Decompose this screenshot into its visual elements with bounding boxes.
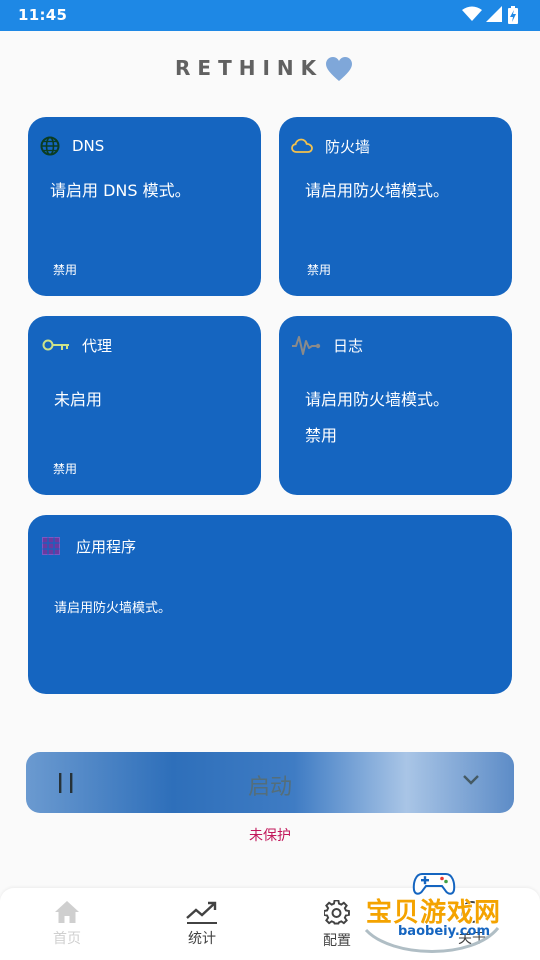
dns-card-label: DNS	[72, 137, 105, 155]
heart-icon	[326, 57, 352, 81]
apps-card-message: 请启用防火墙模式。	[54, 601, 172, 616]
pulse-icon	[292, 336, 321, 355]
nav-home-label: 首页	[53, 931, 81, 947]
nav-stats[interactable]: 统计	[162, 900, 242, 948]
dns-card-message: 请启用 DNS 模式。	[50, 181, 191, 200]
apps-card-label: 应用程序	[76, 537, 137, 556]
globe-icon	[40, 136, 60, 156]
dns-card[interactable]: DNS 请启用 DNS 模式。 禁用	[28, 117, 261, 296]
status-bar: 11:45	[0, 0, 540, 31]
app-title: RETHINK	[175, 56, 324, 80]
logs-card[interactable]: 日志 请启用防火墙模式。 禁用	[279, 316, 512, 495]
dns-card-header: DNS	[40, 135, 104, 157]
protection-status: 未保护	[249, 828, 291, 844]
logs-card-header: 日志	[291, 334, 363, 356]
home-icon	[55, 901, 79, 923]
brand-header: RETHINK	[0, 52, 540, 84]
proxy-card-label: 代理	[82, 336, 113, 355]
firewall-card-label: 防火墙	[325, 137, 371, 156]
proxy-card[interactable]: 代理 未启用 禁用	[28, 316, 261, 495]
logs-card-message: 请启用防火墙模式。	[305, 390, 450, 409]
status-time: 11:45	[18, 6, 68, 24]
battery-icon	[508, 6, 518, 24]
logs-card-label: 日志	[333, 336, 364, 355]
dns-card-state: 禁用	[53, 263, 78, 277]
nav-stats-label: 统计	[188, 931, 216, 947]
wifi-icon	[462, 6, 482, 21]
firewall-card-message: 请启用防火墙模式。	[305, 181, 450, 200]
key-icon	[42, 339, 69, 351]
firewall-card-state: 禁用	[307, 263, 332, 277]
start-button-label: 启动	[247, 775, 292, 800]
watermark-logo: 宝贝游戏网 baobeiy.com	[362, 868, 532, 960]
apps-card-header: 应用程序	[42, 535, 136, 557]
chevron-down-icon[interactable]	[462, 774, 480, 786]
cloud-icon	[291, 138, 313, 153]
proxy-card-header: 代理	[42, 334, 112, 356]
signal-icon	[486, 6, 502, 22]
nav-home[interactable]: 首页	[27, 900, 107, 948]
trending-up-icon	[186, 901, 217, 924]
logs-card-state: 禁用	[305, 426, 338, 445]
proxy-card-state: 禁用	[53, 462, 78, 476]
firewall-card-header: 防火墙	[291, 135, 370, 157]
start-button[interactable]: 启动	[26, 752, 514, 813]
grid-icon	[42, 537, 60, 555]
watermark-url: baobeiy.com	[398, 924, 490, 939]
firewall-card[interactable]: 防火墙 请启用防火墙模式。 禁用	[279, 117, 512, 296]
apps-card[interactable]: 应用程序 请启用防火墙模式。	[28, 515, 512, 694]
gear-icon	[324, 900, 350, 925]
status-icons	[462, 6, 522, 24]
proxy-card-message: 未启用	[54, 390, 103, 409]
